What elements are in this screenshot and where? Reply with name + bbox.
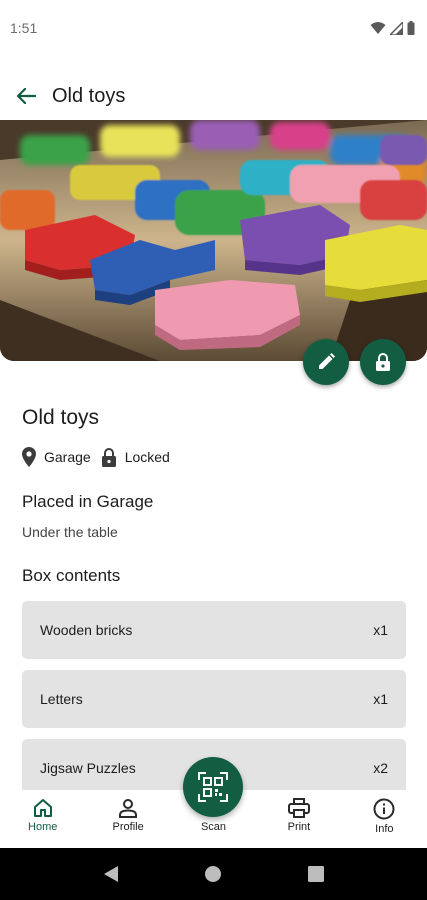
wifi-icon xyxy=(370,22,386,34)
location-label: Garage xyxy=(44,449,91,465)
nav-print-label: Print xyxy=(287,821,311,833)
system-recents-icon[interactable] xyxy=(308,866,325,882)
item-name: Jigsaw Puzzles xyxy=(40,760,136,776)
puzzle-illustration xyxy=(0,120,427,361)
qr-code-icon xyxy=(198,772,228,802)
lock-status-chip: Locked xyxy=(101,447,170,467)
status-icons xyxy=(370,21,415,35)
box-meta: Garage Locked xyxy=(22,445,180,469)
status-bar: 1:51 xyxy=(0,0,427,56)
content-item[interactable]: Letters x1 xyxy=(22,670,406,728)
location-chip: Garage xyxy=(22,447,91,467)
item-quantity: x1 xyxy=(373,691,388,707)
lock-button[interactable] xyxy=(360,339,406,385)
contents-heading: Box contents xyxy=(22,566,121,585)
box-description: Under the table xyxy=(22,524,118,540)
nav-home-label: Home xyxy=(28,821,58,833)
nav-info-label: Info xyxy=(375,823,394,835)
item-quantity: x2 xyxy=(373,760,388,776)
item-name: Letters xyxy=(40,691,83,707)
nav-home[interactable]: Home xyxy=(0,790,85,848)
item-quantity: x1 xyxy=(373,622,388,638)
pencil-icon xyxy=(319,353,335,369)
item-name: Wooden bricks xyxy=(40,622,133,638)
system-back-icon[interactable] xyxy=(103,865,119,883)
content-item[interactable]: Wooden bricks x1 xyxy=(22,601,406,659)
system-navigation-bar xyxy=(0,848,427,900)
location-pin-icon xyxy=(22,447,36,467)
nav-profile-label: Profile xyxy=(112,821,144,833)
home-icon xyxy=(33,799,52,817)
person-icon xyxy=(119,799,138,818)
printer-icon xyxy=(287,798,310,818)
battery-icon xyxy=(407,21,415,35)
system-home-icon[interactable] xyxy=(204,865,222,883)
scan-button[interactable] xyxy=(183,757,243,817)
edit-button[interactable] xyxy=(303,339,349,385)
box-name: Old toys xyxy=(22,406,100,429)
lock-icon xyxy=(376,353,390,371)
info-icon xyxy=(373,798,395,820)
nav-print[interactable]: Print xyxy=(256,790,341,848)
box-photo xyxy=(0,120,427,361)
back-button[interactable] xyxy=(0,72,52,120)
placed-in-heading: Placed in Garage xyxy=(22,492,154,511)
status-time: 1:51 xyxy=(10,20,38,36)
back-arrow-icon xyxy=(16,87,36,105)
app-bar: Old toys xyxy=(0,72,427,120)
nav-profile[interactable]: Profile xyxy=(85,790,170,848)
lock-status-icon xyxy=(101,448,116,467)
nav-info[interactable]: Info xyxy=(342,790,427,848)
page-title: Old toys xyxy=(52,84,126,107)
lock-status-label: Locked xyxy=(124,449,170,465)
signal-icon xyxy=(390,21,403,35)
nav-scan-label: Scan xyxy=(200,821,227,833)
